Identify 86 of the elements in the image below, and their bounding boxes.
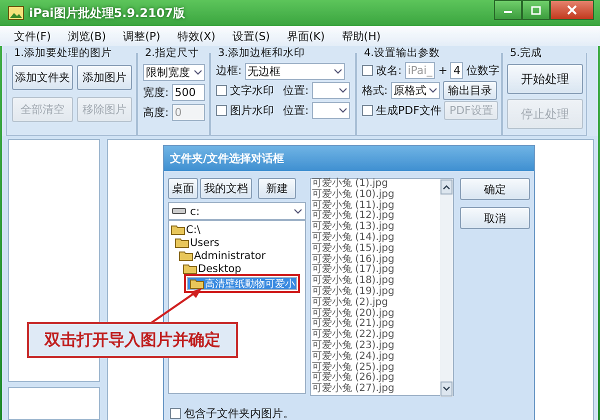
cancel-button[interactable]: 取消 xyxy=(460,207,530,229)
width-field[interactable]: 500 xyxy=(172,84,205,101)
window-title: iPai图片批处理5.9.2107版 xyxy=(29,4,186,22)
action-button[interactable]: 添加文件夹 xyxy=(12,65,73,90)
checkbox-label: 包含子文件夹内图片。 xyxy=(184,406,294,420)
folder-icon xyxy=(171,224,185,235)
minimize-button[interactable] xyxy=(494,0,522,20)
field-label: 宽度: xyxy=(143,85,169,100)
checkbox-label: 文字水印 xyxy=(230,83,274,98)
menu-item[interactable]: 浏览(B) xyxy=(62,28,118,44)
caret-icon xyxy=(338,88,347,93)
scrollbar[interactable] xyxy=(440,179,453,397)
folder-item[interactable]: Administrator xyxy=(179,249,266,262)
ok-button[interactable]: 确定 xyxy=(460,178,530,200)
plus-sign: + xyxy=(438,64,448,77)
field-label: 格式: xyxy=(362,83,388,98)
output-folder-button[interactable]: 输出目录 xyxy=(443,81,497,100)
file-item[interactable]: 可爱小兔 (15).jpg xyxy=(312,244,440,255)
checkbox[interactable] xyxy=(216,105,227,116)
size-mode-dropdown[interactable]: 限制宽度 xyxy=(143,64,205,81)
group-title: 3.添加边框和水印 xyxy=(217,46,306,60)
format-dropdown[interactable]: 原格式 xyxy=(390,82,440,99)
checkbox[interactable] xyxy=(362,65,373,76)
location-button[interactable]: 新建 xyxy=(258,178,296,199)
folder-item[interactable]: Users xyxy=(175,236,220,249)
checkbox[interactable] xyxy=(362,105,373,116)
folder-icon xyxy=(175,237,189,248)
group-title: 2.指定尺寸 xyxy=(144,46,200,60)
action-button[interactable]: 添加图片 xyxy=(77,65,132,90)
file-item[interactable]: 可爱小兔 (1).jpg xyxy=(312,179,440,190)
field-label: 位置: xyxy=(283,83,309,98)
folder-item[interactable]: Desktop xyxy=(183,262,242,275)
checkbox[interactable] xyxy=(216,85,227,96)
field-label: 边框: xyxy=(216,63,242,78)
location-button[interactable]: 桌面 xyxy=(168,178,198,199)
close-icon xyxy=(567,5,577,15)
field-label: 位数字 xyxy=(466,63,500,78)
file-item[interactable]: 可爱小兔 (23).jpg xyxy=(312,340,440,352)
annotation-callout: 双击打开导入图片并确定 xyxy=(27,322,238,358)
caret-icon xyxy=(334,69,342,74)
position-dropdown[interactable] xyxy=(312,82,350,99)
checkbox-label: 改名: xyxy=(376,63,402,78)
file-item[interactable]: 可爱小兔 (19).jpg xyxy=(312,286,440,298)
maximize-button[interactable] xyxy=(522,0,550,20)
file-item[interactable]: 可爱小兔 (27).jpg xyxy=(312,384,440,395)
maximize-icon xyxy=(531,6,541,14)
position-dropdown[interactable] xyxy=(312,102,350,119)
action-button[interactable]: 开始处理 xyxy=(507,64,583,94)
digits-field[interactable]: 4 xyxy=(450,62,464,79)
close-button[interactable] xyxy=(550,0,594,20)
field-label: 高度: xyxy=(143,105,169,120)
file-item[interactable]: 可爱小兔 (18).jpg xyxy=(312,276,440,287)
checkbox-label: 生成PDF文件 xyxy=(376,103,442,118)
menu-item[interactable]: 帮助(H) xyxy=(336,28,392,44)
field-label: 位置: xyxy=(283,103,309,118)
file-item[interactable]: 可爱小兔 (10).jpg xyxy=(312,190,440,201)
group-title: 1.添加要处理的图片 xyxy=(13,46,114,60)
file-item[interactable]: 可爱小兔 (14).jpg xyxy=(312,232,440,244)
file-item[interactable]: 可爱小兔 (24).jpg xyxy=(312,352,440,363)
caret-icon xyxy=(338,108,347,113)
folder-item[interactable]: C:\ xyxy=(171,223,200,236)
caret-icon xyxy=(294,208,302,214)
file-item[interactable]: 可爱小兔 (13).jpg xyxy=(312,222,440,233)
group-title: 5.完成 xyxy=(509,46,544,60)
menu-item[interactable]: 界面(K) xyxy=(280,28,336,44)
checkbox[interactable] xyxy=(170,408,181,419)
folder-icon xyxy=(190,278,204,289)
folder-icon xyxy=(179,250,193,261)
menu-item[interactable]: 文件(F) xyxy=(8,28,62,44)
border-dropdown[interactable]: 无边框 xyxy=(244,63,345,80)
menu-item[interactable]: 调整(P) xyxy=(117,28,172,44)
menu-item[interactable]: 特效(X) xyxy=(171,28,226,44)
drive-dropdown[interactable]: c: xyxy=(168,202,306,220)
picture-icon xyxy=(8,6,24,20)
folder-icon xyxy=(183,263,197,274)
checkbox-label: 图片水印 xyxy=(230,103,274,118)
dialog-title: 文件夹/文件选择对话框 xyxy=(164,146,534,171)
drive-icon xyxy=(172,207,186,215)
folder-item[interactable]: 高清壁纸動物可爱小 xyxy=(187,277,297,290)
file-item[interactable]: 可爱小兔 (2).jpg xyxy=(312,298,440,309)
location-button[interactable]: 我的文档 xyxy=(200,178,252,199)
caret-icon xyxy=(194,70,202,75)
group-title: 4.设置输出参数 xyxy=(363,46,442,60)
caret-icon xyxy=(429,88,437,93)
menu-item[interactable]: 设置(S) xyxy=(226,28,281,44)
file-item[interactable]: 可爱小兔 (22).jpg xyxy=(312,330,440,341)
